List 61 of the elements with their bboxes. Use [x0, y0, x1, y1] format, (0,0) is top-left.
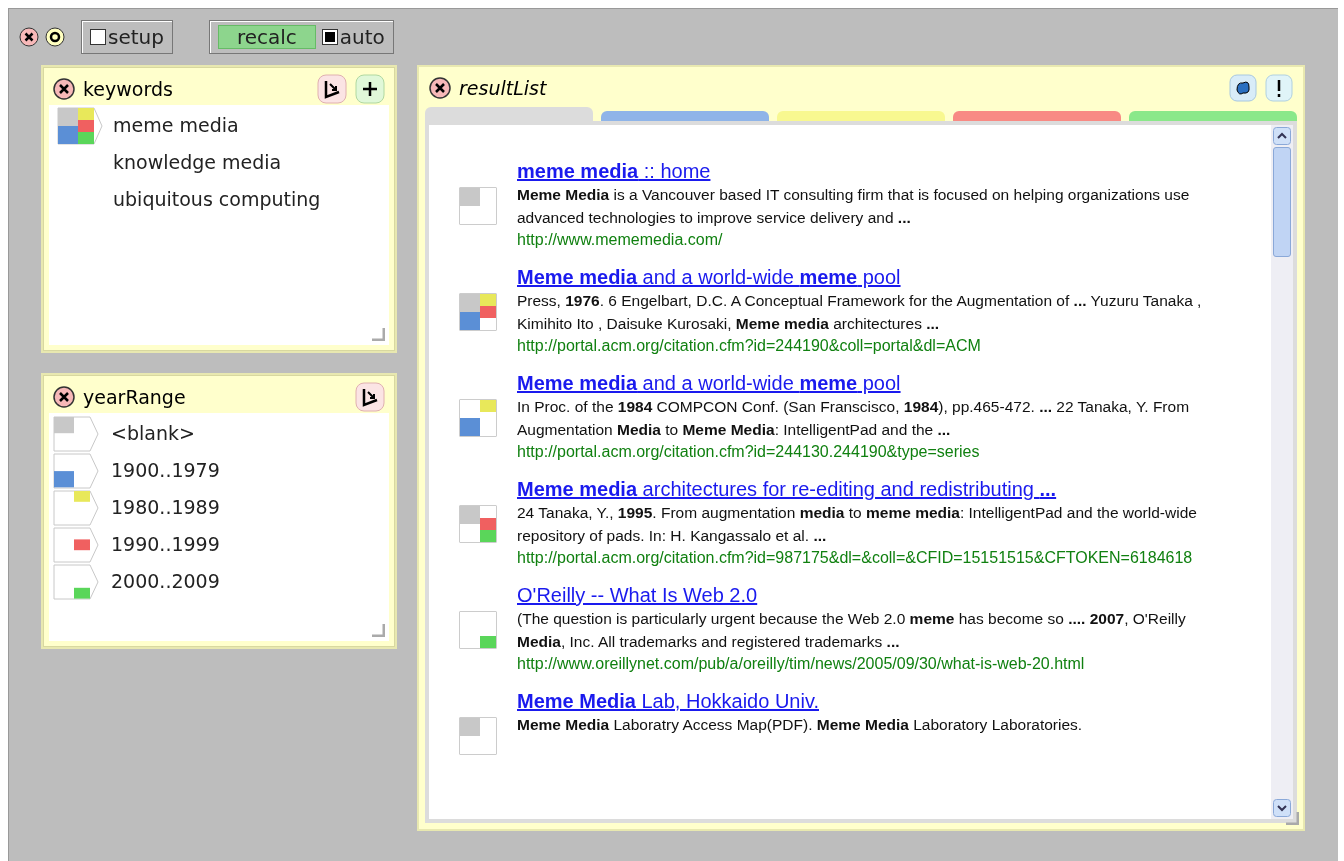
result-snippet: Press, 1976. 6 Engelbart, D.C. A Conceptual Framework for the Augmentation of ... Yuzuru Tanaka , Kimihito Ito , Daisuke Kurosaki, Meme media architectures ...: [517, 291, 1203, 334]
year-band-icon: [53, 526, 99, 563]
resize-grip-icon[interactable]: [371, 327, 385, 341]
keyword-item[interactable]: meme media: [113, 111, 239, 140]
year-range-item[interactable]: 1900..1979: [111, 456, 220, 485]
scroll-down-icon[interactable]: [1273, 799, 1291, 817]
resize-grip-icon[interactable]: [1285, 811, 1299, 825]
scroll-thumb[interactable]: [1273, 147, 1291, 257]
keyword-item[interactable]: ubiquitous computing: [113, 185, 321, 214]
year-range-item[interactable]: 2000..2009: [111, 567, 220, 596]
year-band-icon: [459, 717, 497, 755]
panel-title: yearRange: [83, 384, 186, 410]
close-icon[interactable]: [429, 77, 451, 99]
color-tab[interactable]: [777, 111, 945, 121]
result-snippet: In Proc. of the 1984 COMPCON Conf. (San Franscisco, 1984), pp.465-472. ... 22 Tanaka, Y. From Augmentation Media to Meme Media: IntelligentPad and the ...: [517, 397, 1191, 440]
result-title-link[interactable]: O'Reilly -- What Is Web 2.0: [517, 583, 1237, 607]
year-band-icon: [459, 187, 497, 225]
scrollbar[interactable]: [1271, 125, 1293, 819]
result-snippet: Meme Media Laboratry Access Map(PDF). Meme Media Laboratory Laboratories.: [517, 715, 1084, 735]
result-title-link[interactable]: Meme Media Lab, Hokkaido Univ.: [517, 689, 1222, 713]
year-range-item[interactable]: 1980..1989: [111, 493, 220, 522]
color-tab[interactable]: [425, 107, 593, 121]
panel-title: keywords: [83, 76, 173, 102]
result-url: http://www.oreillynet.com/pub/a/oreilly/tim/news/2005/09/30/what-is-web-20.html: [517, 654, 1086, 674]
keyword-item[interactable]: knowledge media: [113, 148, 282, 177]
color-tab[interactable]: [1129, 111, 1297, 121]
scroll-up-icon[interactable]: [1273, 127, 1291, 145]
result-title-link[interactable]: Meme media architectures for re-editing and redistributing ...: [517, 477, 1237, 501]
year-band-icon: [459, 399, 497, 437]
close-icon[interactable]: [19, 27, 39, 47]
color-tab[interactable]: [601, 111, 769, 121]
close-icon[interactable]: [53, 78, 75, 100]
resize-grip-icon[interactable]: [371, 623, 385, 637]
check-box[interactable]: [321, 29, 338, 45]
year-band-icon: [53, 563, 99, 600]
result-title-link[interactable]: Meme media and a world-wide meme pool: [517, 371, 1237, 395]
close-icon[interactable]: [53, 386, 75, 408]
year-range-item[interactable]: <blank>: [111, 419, 195, 448]
year-band-icon: [459, 611, 497, 649]
result-url: http://portal.acm.org/citation.cfm?id=244130.244190&type=series: [517, 442, 981, 462]
result-snippet: 24 Tanaka, Y., 1995. From augmentation media to meme media: IntelligentPad and the world-wide repository of pads. In: H. Kangassalo et al. ...: [517, 503, 1198, 546]
auto-checkbox[interactable]: auto: [321, 22, 385, 52]
check-box[interactable]: [90, 29, 106, 45]
recalc-button[interactable]: recalc: [217, 25, 316, 49]
result-snippet: Meme Media is a Vancouver based IT consulting firm that is focused on helping organizations use advanced technologies to improve service delivery and ...: [517, 185, 1191, 228]
result-title-link[interactable]: meme media :: home: [517, 159, 1237, 183]
panel-title: resultList: [459, 75, 547, 101]
ring-icon[interactable]: [45, 27, 65, 47]
year-band-icon: [459, 293, 497, 331]
year-band-icon: [53, 452, 99, 489]
plus-icon[interactable]: [355, 74, 385, 104]
exclamation-icon[interactable]: [1265, 74, 1293, 102]
result-url: http://www.mememedia.com/: [517, 230, 724, 250]
result-snippet: (The question is particularly urgent because the Web 2.0 meme has become so .... 2007, O'Reilly Media, Inc. All trademarks and registered trademarks ...: [517, 609, 1187, 652]
color-tab[interactable]: [953, 111, 1121, 121]
result-url: http://portal.acm.org/citation.cfm?id=987175&dl=&coll=&CFID=15151515&CFTOKEN=6184618: [517, 548, 1194, 568]
result-title-link[interactable]: Meme media and a world-wide meme pool: [517, 265, 1237, 289]
year-band-icon: [53, 489, 99, 526]
year-band-icon: [459, 505, 497, 543]
result-url: http://portal.acm.org/citation.cfm?id=244190&coll=portal&dl=ACM: [517, 336, 982, 356]
year-range-item[interactable]: 1990..1999: [111, 530, 220, 559]
